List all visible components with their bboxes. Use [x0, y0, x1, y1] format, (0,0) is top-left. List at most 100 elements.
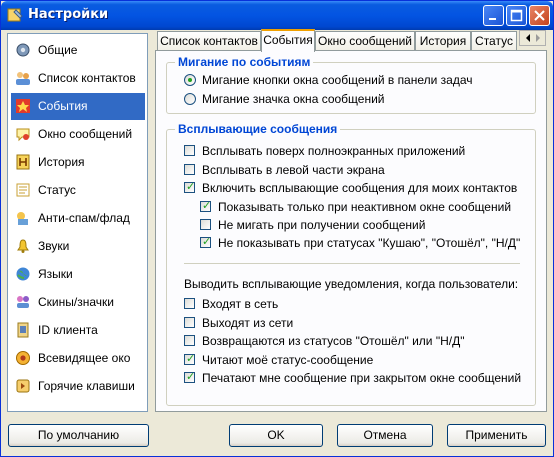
events-tab-panel: Мигание по событиям Мигание кнопки окна …	[155, 50, 547, 412]
sidebar-item-label: Список контактов	[38, 71, 136, 85]
checkbox[interactable]	[184, 164, 195, 175]
divider	[184, 263, 520, 264]
option-label: Возвращаются из статусов "Отошёл" или "Н…	[202, 334, 465, 348]
checkbox[interactable]	[184, 370, 195, 383]
tab-label: События	[263, 33, 313, 47]
radio-indicator[interactable]	[184, 74, 196, 86]
maximize-icon	[510, 9, 523, 22]
checkbox[interactable]	[184, 352, 195, 365]
eye-icon	[16, 351, 30, 365]
sidebar-item-label: ID клиента	[38, 323, 98, 337]
sidebar-item-antispam[interactable]: Анти-спам/флад	[11, 205, 145, 232]
option-label: Всплывать поверх полноэкранных приложени…	[202, 144, 466, 158]
sidebar-item-history[interactable]: История	[11, 149, 145, 176]
tab-message-window[interactable]: Окно сообщений	[315, 31, 415, 50]
settings-sidebar: Общие Список контактов События Окно сооб…	[7, 33, 148, 412]
default-button[interactable]: По умолчанию	[8, 424, 149, 447]
sidebar-item-status[interactable]: Статус	[11, 177, 145, 204]
option-label: Входят в сеть	[202, 297, 279, 311]
window-title: Настройки	[28, 7, 109, 22]
gear-icon	[16, 43, 30, 57]
checkbox[interactable]	[200, 235, 211, 248]
close-icon	[534, 10, 545, 21]
checkbox[interactable]	[184, 145, 195, 156]
sidebar-item-label: Языки	[38, 267, 73, 281]
sidebar-item-all-seeing-eye[interactable]: Всевидящее око	[11, 345, 145, 372]
popup-group-title: Всплывающие сообщения	[175, 122, 341, 136]
tab-scroll-arrows[interactable]	[519, 30, 546, 46]
tab-contact-list[interactable]: Список контактов	[157, 31, 261, 50]
tab-label: Статус	[475, 34, 513, 48]
settings-window: Настройки Общие Список контактов События…	[0, 0, 554, 457]
sidebar-item-message-window[interactable]: Окно сообщений	[11, 121, 145, 148]
sidebar-item-sounds[interactable]: Звуки	[11, 233, 145, 260]
option-label: Не показывать при статусах "Кушаю", "Ото…	[218, 236, 521, 250]
settings-app-icon	[7, 8, 23, 22]
sidebar-item-label: Статус	[38, 183, 76, 197]
tab-label: Список контактов	[160, 34, 258, 48]
contacts-icon	[16, 72, 30, 85]
message-window-icon	[16, 128, 30, 142]
ok-button[interactable]: OK	[229, 424, 323, 447]
option-label: Не мигать при получении сообщений	[218, 218, 426, 232]
sidebar-item-languages[interactable]: Языки	[11, 261, 145, 288]
sidebar-item-client-id[interactable]: ID клиента	[11, 317, 145, 344]
title-bar[interactable]: Настройки	[1, 1, 553, 30]
flash-group-title: Мигание по событиям	[175, 55, 314, 69]
sidebar-item-label: Горячие клавиши	[38, 379, 135, 393]
client-id-icon	[17, 322, 29, 338]
antispam-icon	[17, 212, 28, 225]
option-label: Печатают мне сообщение при закрытом окне…	[202, 371, 522, 385]
history-icon	[16, 154, 30, 170]
popup-group: Всплывающие сообщения Всплывать поверх п…	[166, 122, 536, 406]
close-button[interactable]	[529, 5, 550, 26]
option-label: Показывать только при неактивном окне со…	[218, 200, 512, 214]
languages-icon	[16, 267, 30, 281]
sidebar-item-skins[interactable]: Скины/значки	[11, 289, 145, 316]
minimize-button[interactable]	[483, 5, 504, 26]
option-label: Мигание значка окна сообщений	[202, 92, 385, 106]
sidebar-item-events[interactable]: События	[11, 93, 145, 120]
tab-label: История	[419, 34, 467, 48]
hotkeys-icon	[16, 379, 30, 393]
sidebar-item-label: История	[38, 155, 85, 169]
flash-group: Мигание по событиям Мигание кнопки окна …	[166, 55, 536, 114]
apply-button[interactable]: Применить	[447, 424, 546, 447]
events-icon	[16, 99, 30, 113]
tab-status[interactable]: Статус	[471, 31, 517, 50]
option-label: Включить всплывающие сообщения для моих …	[202, 181, 518, 195]
notify-caption: Выводить всплывающие уведомления, когда …	[184, 277, 519, 291]
tab-history[interactable]: История	[415, 31, 471, 50]
maximize-button[interactable]	[506, 5, 527, 26]
sidebar-item-general[interactable]: Общие	[11, 37, 145, 64]
option-label: Читают моё статус-сообщение	[202, 353, 374, 367]
tab-events[interactable]: События	[261, 29, 315, 52]
status-icon	[16, 183, 30, 197]
checkbox[interactable]	[200, 199, 211, 212]
sidebar-item-contact-list[interactable]: Список контактов	[11, 65, 145, 92]
sidebar-item-label: Окно сообщений	[38, 127, 133, 141]
option-label: Мигание кнопки окна сообщений в панели з…	[202, 73, 473, 87]
checkbox[interactable]	[200, 219, 211, 230]
tab-strip: Список контактов События Окно сообщений …	[155, 29, 547, 52]
option-label: Выходят из сети	[202, 316, 294, 330]
skins-icon	[17, 296, 29, 308]
sound-icon	[17, 239, 29, 253]
sidebar-item-label: Анти-спам/флад	[38, 211, 130, 225]
sidebar-item-label: Скины/значки	[38, 295, 114, 309]
sidebar-item-label: Звуки	[38, 239, 70, 253]
arrow-left-icon[interactable]	[523, 33, 533, 43]
checkbox[interactable]	[184, 180, 195, 193]
radio-indicator[interactable]	[184, 93, 196, 105]
option-label: Всплывать в левой части экрана	[202, 163, 385, 177]
tab-label: Окно сообщений	[317, 34, 413, 48]
checkbox[interactable]	[184, 335, 195, 346]
sidebar-item-label: События	[38, 99, 88, 113]
minimize-icon	[489, 18, 496, 20]
checkbox[interactable]	[184, 317, 195, 328]
sidebar-item-label: Общие	[38, 43, 78, 57]
checkbox[interactable]	[184, 298, 195, 309]
arrow-right-icon[interactable]	[533, 33, 543, 43]
sidebar-item-hotkeys[interactable]: Горячие клавиши	[11, 373, 145, 400]
cancel-button[interactable]: Отмена	[337, 424, 433, 447]
